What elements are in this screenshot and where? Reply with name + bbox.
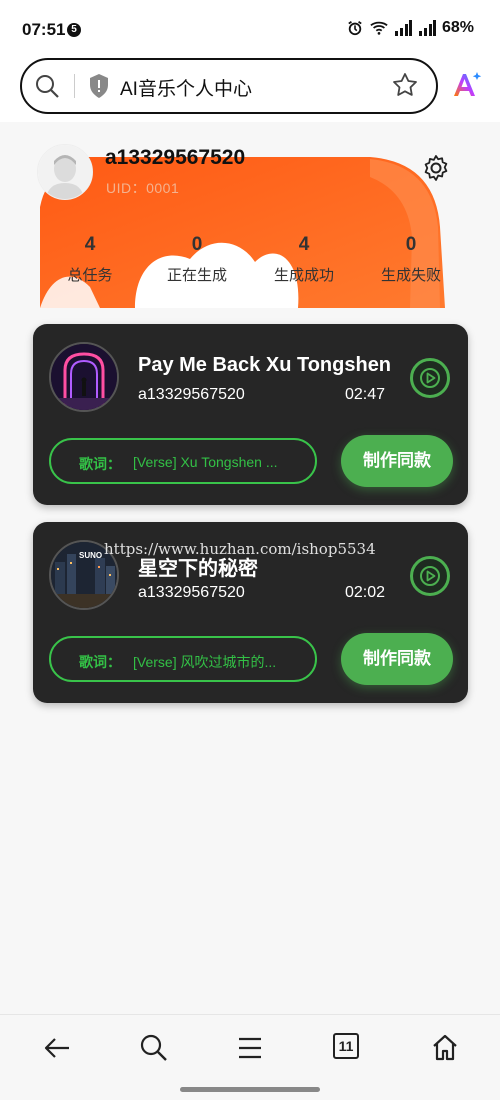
home-icon[interactable]	[430, 1033, 460, 1063]
stat-failed: 0 生成失败	[361, 234, 461, 285]
stat-label: 正在生成	[166, 267, 227, 284]
make-similar-button[interactable]: 制作同款	[341, 435, 453, 487]
browser-toolbar: AI音乐个人中心	[0, 58, 500, 122]
settings-gear-icon[interactable]	[422, 154, 450, 182]
song-artist: a13329567520	[138, 386, 245, 403]
stat-label: 总任务	[67, 267, 113, 284]
status-time: 07:51	[22, 20, 66, 39]
watermark: https://www.huzhan.com/ishop5534	[104, 540, 376, 558]
song-duration: 02:47	[345, 386, 386, 403]
lyrics-label: 歌词：	[79, 456, 121, 472]
search-icon[interactable]	[34, 73, 60, 99]
play-icon	[420, 566, 440, 586]
back-arrow-icon[interactable]	[42, 1033, 72, 1063]
user-id: UID：0001	[106, 180, 180, 196]
username: a13329567520	[105, 146, 246, 169]
status-icons: 68%	[346, 19, 474, 37]
lyrics-label: 歌词：	[79, 654, 121, 670]
stat-label: 生成成功	[273, 267, 334, 284]
divider	[74, 74, 75, 98]
wifi-icon	[370, 21, 388, 35]
lyrics-preview[interactable]: 歌词： [Verse] Xu Tongshen ...	[49, 438, 317, 484]
browser-bottom-nav: 11	[0, 1014, 500, 1100]
stat-generating: 0 正在生成	[147, 234, 247, 285]
lyrics-text: [Verse] Xu Tongshen ...	[133, 454, 278, 470]
status-bar: 07:51 5 68%	[0, 0, 500, 58]
stat-value: 0	[405, 234, 417, 255]
song-duration: 02:02	[345, 584, 386, 601]
make-similar-button[interactable]: 制作同款	[341, 633, 453, 685]
play-button[interactable]	[410, 556, 450, 596]
star-icon[interactable]	[392, 72, 418, 98]
stat-value: 0	[191, 234, 203, 255]
stat-value: 4	[298, 234, 310, 255]
lyrics-text: [Verse] 风吹过城市的...	[133, 654, 277, 670]
signal-icon	[394, 20, 412, 36]
stat-success: 4 生成成功	[254, 234, 354, 285]
stat-label: 生成失败	[380, 267, 441, 284]
song-card[interactable]: Pay Me Back Xu Tongshen a13329567520 02:…	[33, 324, 468, 505]
alarm-icon	[348, 21, 362, 36]
search-icon[interactable]	[139, 1033, 169, 1063]
song-title: Pay Me Back Xu Tongshen	[138, 354, 392, 376]
play-icon	[420, 368, 440, 388]
address-bar[interactable]: AI音乐个人中心	[20, 58, 438, 114]
song-artist: a13329567520	[138, 584, 245, 601]
stat-value: 4	[84, 234, 96, 255]
home-indicator[interactable]	[180, 1087, 320, 1092]
stat-total-tasks: 4 总任务	[40, 234, 140, 285]
lyrics-preview[interactable]: 歌词： [Verse] 风吹过城市的...	[49, 636, 317, 682]
avatar[interactable]	[37, 144, 93, 200]
play-button[interactable]	[410, 358, 450, 398]
cover-art-neon	[51, 344, 117, 410]
shield-icon[interactable]	[88, 73, 110, 99]
page-title[interactable]: AI音乐个人中心	[120, 74, 252, 101]
menu-icon[interactable]	[235, 1033, 265, 1063]
battery-level: 68%	[441, 19, 474, 36]
cover-text: SUNO	[79, 551, 102, 560]
profile-header: a13329567520 UID：0001 4 总任务 0 正在生成 4 生成成…	[0, 122, 500, 308]
signal-icon-2	[418, 20, 436, 36]
ai-assistant-icon[interactable]	[452, 70, 482, 100]
avatar-image	[38, 145, 92, 199]
tabs-button[interactable]: 11	[333, 1033, 359, 1059]
notification-badge: 5	[67, 23, 81, 37]
song-cover[interactable]	[49, 342, 119, 412]
